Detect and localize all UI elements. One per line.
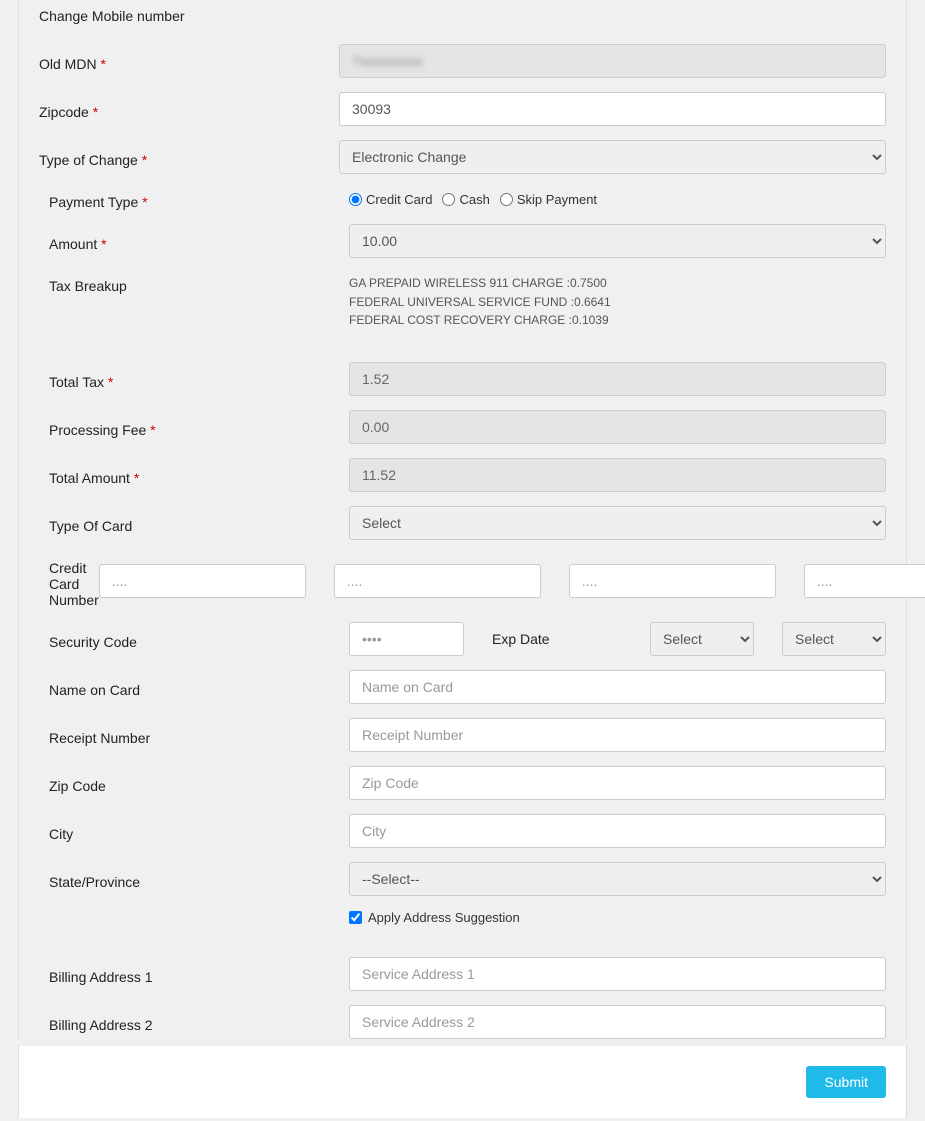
state-select[interactable]: --Select-- (349, 862, 886, 896)
page-title: Change Mobile number (39, 0, 886, 44)
exp-year-select[interactable]: Select (782, 622, 886, 656)
label-processing-fee: Processing Fee * (49, 416, 349, 438)
amount-select[interactable]: 10.00 (349, 224, 886, 258)
label-billing-2: Billing Address 2 (49, 1011, 349, 1033)
submit-button[interactable]: Submit (806, 1066, 886, 1098)
label-exp-date: Exp Date (492, 631, 622, 647)
label-apply-suggestion: Apply Address Suggestion (368, 910, 520, 925)
label-city: City (49, 820, 349, 842)
type-of-change-select[interactable]: Electronic Change (339, 140, 886, 174)
label-type-of-card: Type Of Card (49, 512, 349, 534)
receipt-number-input[interactable] (349, 718, 886, 752)
name-on-card-input[interactable] (349, 670, 886, 704)
label-name-on-card: Name on Card (49, 676, 349, 698)
billing-address-1-input[interactable] (349, 957, 886, 991)
label-zipcode: Zipcode * (39, 98, 339, 120)
billing-address-2-input[interactable] (349, 1005, 886, 1039)
old-mdn-readonly: 7xxxxxxxxx (339, 44, 886, 78)
exp-month-select[interactable]: Select (650, 622, 754, 656)
payment-type-radios: Credit Card Cash Skip Payment (349, 192, 886, 207)
label-security-code: Security Code (49, 628, 349, 650)
radio-cash[interactable] (442, 193, 455, 206)
zipcode-input[interactable] (339, 92, 886, 126)
cc-part-4[interactable] (804, 564, 925, 598)
radio-label-credit: Credit Card (366, 192, 432, 207)
label-billing-1: Billing Address 1 (49, 963, 349, 985)
cc-part-1[interactable] (99, 564, 306, 598)
label-tax-breakup: Tax Breakup (49, 272, 349, 294)
total-amount-readonly: 11.52 (349, 458, 886, 492)
label-zip-code-2: Zip Code (49, 772, 349, 794)
label-amount: Amount * (49, 230, 349, 252)
label-payment-type: Payment Type * (49, 188, 349, 210)
cc-part-2[interactable] (334, 564, 541, 598)
footer-bar: Submit (18, 1045, 907, 1118)
total-tax-readonly: 1.52 (349, 362, 886, 396)
city-input[interactable] (349, 814, 886, 848)
security-code-input[interactable] (349, 622, 464, 656)
processing-fee-readonly: 0.00 (349, 410, 886, 444)
cc-part-3[interactable] (569, 564, 776, 598)
tax-line-1: GA PREPAID WIRELESS 911 CHARGE :0.7500 (349, 274, 886, 293)
tax-line-2: FEDERAL UNIVERSAL SERVICE FUND :0.6641 (349, 293, 886, 312)
radio-label-cash: Cash (459, 192, 489, 207)
zip-code-input-2[interactable] (349, 766, 886, 800)
label-total-tax: Total Tax * (49, 368, 349, 390)
radio-credit-card[interactable] (349, 193, 362, 206)
tax-line-3: FEDERAL COST RECOVERY CHARGE :0.1039 (349, 311, 886, 330)
label-total-amount: Total Amount * (49, 464, 349, 486)
radio-skip[interactable] (500, 193, 513, 206)
radio-label-skip: Skip Payment (517, 192, 597, 207)
type-of-card-select[interactable]: Select (349, 506, 886, 540)
label-old-mdn: Old MDN * (39, 50, 339, 72)
apply-address-suggestion-checkbox[interactable] (349, 911, 362, 924)
label-receipt-number: Receipt Number (49, 724, 349, 746)
label-type-of-change: Type of Change * (39, 146, 339, 168)
label-cc-number: Credit Card Number (49, 554, 99, 608)
tax-breakup-lines: GA PREPAID WIRELESS 911 CHARGE :0.7500 F… (349, 272, 886, 330)
label-state: State/Province (49, 868, 349, 890)
